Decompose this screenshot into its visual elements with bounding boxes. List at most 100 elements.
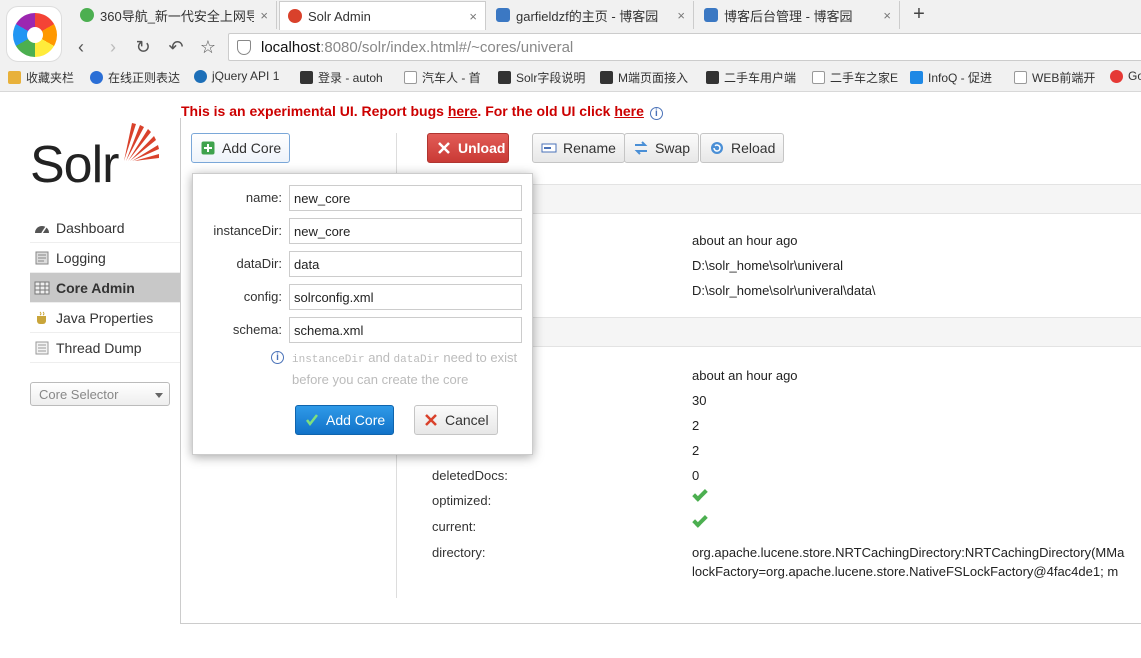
swap-icon	[634, 141, 648, 155]
button-label: Add Core	[222, 140, 282, 156]
add-core-submit-button[interactable]: Add Core	[295, 405, 395, 435]
form-row-instance-dir: instanceDir:	[193, 218, 534, 244]
old-ui-link[interactable]: here	[614, 103, 644, 119]
sidebar-item-java-properties[interactable]: Java Properties	[30, 303, 180, 333]
bookmark-google[interactable]: Go	[1110, 69, 1141, 83]
tab-blog-admin[interactable]: 博客后台管理 - 博客园 ×	[696, 1, 900, 29]
data-dir-input[interactable]	[289, 251, 522, 277]
directory-label: directory:	[432, 545, 486, 560]
sidebar-item-core-admin[interactable]: Core Admin	[30, 273, 180, 303]
bookmark-label: InfoQ - 促进	[928, 71, 993, 85]
tab-360-nav[interactable]: 360导航_新一代安全上网导航 ×	[72, 1, 277, 29]
tab-close-icon[interactable]: ×	[469, 9, 477, 24]
data-dir-value: D:\solr_home\solr\univeral\data\	[692, 283, 876, 298]
cancel-button[interactable]: Cancel	[414, 405, 498, 435]
google-icon	[1110, 69, 1123, 83]
bookmark-used-car-user[interactable]: 二手车用户端	[706, 69, 796, 86]
java-cup-icon	[37, 311, 46, 324]
unload-button[interactable]: Unload	[427, 133, 509, 163]
schema-input[interactable]	[289, 317, 522, 343]
forward-icon[interactable]: ›	[102, 36, 124, 58]
button-label: Rename	[563, 140, 616, 156]
banner-text: This is an experimental UI. Report bugs	[181, 103, 448, 119]
tools-icon	[600, 71, 613, 84]
num-docs-value: 2	[692, 418, 700, 433]
solr-logo[interactable]: Solr	[30, 121, 160, 194]
tab-close-icon[interactable]: ×	[677, 8, 685, 23]
rename-icon	[541, 143, 557, 153]
sidebar-item-dashboard[interactable]: Dashboard	[30, 213, 180, 243]
sidebar-item-label: Thread Dump	[56, 339, 142, 356]
bookmark-regex[interactable]: 在线正则表达	[90, 69, 180, 86]
reload-icon[interactable]: ↻	[132, 36, 154, 58]
sidebar-item-label: Core Admin	[56, 279, 135, 296]
name-input[interactable]	[289, 185, 522, 211]
banner-text: . For the old UI click	[477, 103, 615, 119]
start-time-value: about an hour ago	[692, 233, 798, 248]
swap-button[interactable]: Swap	[624, 133, 700, 163]
url-path: :8080/solr/index.html#/~cores/univeral	[320, 39, 574, 56]
form-row-config: config:	[193, 284, 534, 310]
bookmark-label: 二手车用户端	[724, 71, 797, 85]
add-core-button[interactable]: Add Core	[191, 133, 291, 163]
sidebar-item-label: Java Properties	[56, 309, 154, 326]
unload-x-icon	[438, 142, 450, 154]
tab-favicon-icon	[80, 8, 94, 22]
tab-close-icon[interactable]: ×	[883, 8, 891, 23]
bookmarks-bar: 收藏夹栏 在线正则表达 jQuery API 1 登录 - autoh 汽车人 …	[0, 66, 1141, 88]
logo-text: Solr	[30, 136, 119, 194]
bookmark-m-page[interactable]: M端页面接入	[600, 69, 688, 86]
browser-logo-icon[interactable]	[6, 6, 62, 62]
bookmark-autohome-login[interactable]: 登录 - autoh	[300, 69, 383, 86]
directory-value-line2: lockFactory=org.apache.lucene.store.Nati…	[692, 564, 1119, 579]
tools-icon	[706, 71, 719, 84]
current-check-icon	[692, 512, 708, 528]
form-row-data-dir: dataDir:	[193, 251, 534, 277]
bookmark-web-frontend[interactable]: WEB前端开	[1014, 69, 1095, 86]
config-label: config:	[243, 289, 282, 304]
bookmark-label: 汽车人 - 首	[422, 71, 481, 85]
button-label: Cancel	[445, 412, 489, 428]
reload-button[interactable]: Reload	[700, 133, 785, 163]
ie-icon	[90, 71, 103, 84]
bookmark-label: Go	[1128, 69, 1141, 83]
bookmark-car-home[interactable]: 汽车人 - 首	[404, 69, 481, 86]
bookmark-jquery[interactable]: jQuery API 1	[194, 69, 279, 83]
core-selector[interactable]: Core Selector	[30, 382, 170, 406]
bookmark-used-car-home[interactable]: 二手车之家E	[812, 69, 898, 86]
config-input[interactable]	[289, 284, 522, 310]
tab-solr-admin[interactable]: Solr Admin ×	[279, 1, 486, 30]
cancel-x-icon	[425, 414, 437, 426]
back-icon[interactable]: ‹	[70, 36, 92, 58]
version-value: 30	[692, 393, 707, 408]
tools-icon	[498, 71, 511, 84]
chevron-down-icon	[155, 393, 163, 398]
rename-button[interactable]: Rename	[532, 133, 625, 163]
tab-close-icon[interactable]: ×	[260, 8, 268, 23]
sidebar-item-thread-dump[interactable]: Thread Dump	[30, 333, 180, 363]
logging-icon	[35, 251, 49, 264]
undo-icon[interactable]: ↶	[165, 36, 187, 58]
tab-title: 博客后台管理 - 博客园	[724, 8, 853, 24]
bookmark-infoq[interactable]: InfoQ - 促进	[910, 69, 992, 86]
bookmark-label: 登录 - autoh	[318, 71, 383, 85]
sidebar-item-label: Dashboard	[56, 219, 125, 236]
instance-dir-input[interactable]	[289, 218, 522, 244]
bookmark-star-icon[interactable]: ☆	[197, 36, 219, 58]
jquery-icon	[194, 69, 207, 83]
instance-dir-value: D:\solr_home\solr\univeral	[692, 258, 844, 273]
tab-title: 360导航_新一代安全上网导航	[100, 8, 254, 24]
max-doc-value: 2	[692, 443, 700, 458]
tab-garfield-blog[interactable]: garfieldzf的主页 - 博客园 ×	[488, 1, 694, 29]
sidebar-item-logging[interactable]: Logging	[30, 243, 180, 273]
tools-icon	[300, 71, 313, 84]
data-dir-label: dataDir:	[236, 256, 282, 271]
bookmark-favorites[interactable]: 收藏夹栏	[8, 69, 74, 86]
url-text: localhost:8080/solr/index.html#/~cores/u…	[261, 39, 573, 56]
new-tab-button[interactable]: +	[908, 3, 930, 26]
address-bar[interactable]: localhost:8080/solr/index.html#/~cores/u…	[228, 33, 1141, 61]
bookmark-solr-fields[interactable]: Solr字段说明	[498, 69, 585, 86]
report-bugs-link[interactable]: here	[448, 103, 478, 119]
bookmark-label: jQuery API 1	[212, 69, 280, 83]
schema-label: schema:	[232, 322, 282, 337]
